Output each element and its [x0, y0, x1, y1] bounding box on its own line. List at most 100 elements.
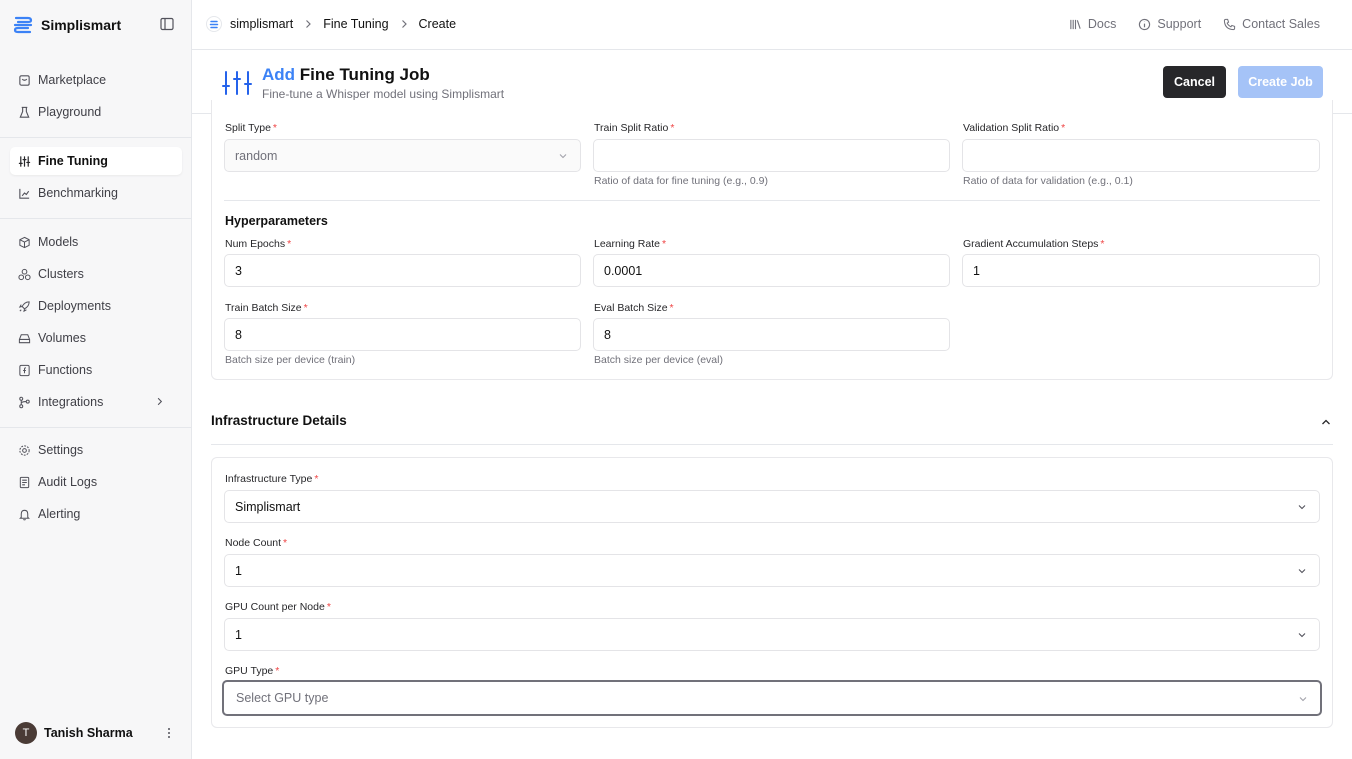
gradient-accumulation-input[interactable]: 1	[962, 254, 1320, 287]
sidebar-item-settings[interactable]: Settings	[10, 436, 182, 464]
breadcrumb-org[interactable]: simplismart	[230, 17, 293, 31]
gpu-count-label: GPU Count per Node *	[225, 601, 331, 613]
sidebar-item-fine-tuning[interactable]: Fine Tuning	[10, 147, 182, 175]
chevron-right-icon	[306, 20, 312, 28]
nav-group-admin: Settings Audit Logs Alerting	[10, 436, 182, 532]
infrastructure-type-label: Infrastructure Type *	[225, 473, 319, 485]
chevron-down-icon	[559, 154, 567, 159]
sidebar: Simplismart Marketplace Playground Fine …	[0, 0, 192, 759]
sidebar-item-label: Settings	[38, 443, 84, 457]
rocket-icon	[18, 300, 30, 312]
chevron-down-icon	[1298, 633, 1306, 638]
flask-icon	[19, 106, 30, 118]
contact-sales-link-label: Contact Sales	[1242, 17, 1320, 31]
simplismart-logo-icon	[13, 16, 33, 34]
chevron-down-icon	[1299, 697, 1307, 702]
gpu-type-select[interactable]: Select GPU type	[222, 680, 1322, 716]
integration-icon	[19, 396, 30, 408]
gradient-accumulation-label: Gradient Accumulation Steps *	[963, 238, 1105, 250]
gpu-type-placeholder: Select GPU type	[236, 691, 329, 705]
eval-batch-size-input[interactable]: 8	[593, 318, 950, 351]
sidebar-item-label: Deployments	[38, 299, 111, 313]
sidebar-item-label: Integrations	[38, 395, 104, 409]
validation-split-ratio-label: Validation Split Ratio *	[963, 122, 1066, 134]
learning-rate-input[interactable]: 0.0001	[593, 254, 950, 287]
sidebar-item-audit-logs[interactable]: Audit Logs	[10, 468, 182, 496]
sidebar-item-volumes[interactable]: Volumes	[10, 324, 182, 352]
phone-icon	[1224, 18, 1236, 30]
sidebar-item-alerting[interactable]: Alerting	[10, 500, 182, 528]
nav-group-train: Fine Tuning Benchmarking	[10, 147, 182, 211]
docs-link[interactable]: Docs	[1069, 17, 1116, 31]
more-vertical-icon[interactable]	[162, 726, 176, 740]
topbar: simplismart Fine Tuning Create Docs Supp…	[192, 0, 1352, 50]
train-batch-size-input[interactable]: 8	[224, 318, 581, 351]
sidebar-item-models[interactable]: Models	[10, 228, 182, 256]
sidebar-item-integrations[interactable]: Integrations	[10, 388, 182, 416]
cancel-button[interactable]: Cancel	[1163, 66, 1226, 98]
page-title-accent: Add	[262, 65, 296, 84]
eval-batch-size-label: Eval Batch Size *	[594, 302, 674, 314]
sidebar-item-label: Marketplace	[38, 73, 107, 87]
contact-sales-link[interactable]: Contact Sales	[1223, 17, 1320, 31]
chevron-down-icon	[1298, 505, 1306, 510]
gpu-count-value: 1	[235, 627, 242, 642]
page-title-rest: Fine Tuning Job	[295, 65, 430, 84]
learning-rate-label: Learning Rate *	[594, 238, 667, 250]
bell-icon	[19, 509, 30, 520]
library-icon	[1070, 19, 1081, 29]
avatar: T	[15, 722, 37, 744]
sidebar-item-label: Functions	[38, 363, 93, 377]
docs-link-label: Docs	[1087, 17, 1117, 31]
brand-name: Simplismart	[41, 17, 122, 33]
cube-icon	[19, 236, 30, 248]
chevron-right-icon	[157, 397, 163, 406]
cluster-icon	[18, 268, 31, 280]
gpu-type-label: GPU Type *	[225, 665, 280, 677]
train-split-ratio-input[interactable]	[593, 139, 950, 172]
create-job-button[interactable]: Create Job	[1238, 66, 1323, 98]
sidebar-divider	[0, 427, 191, 428]
sidebar-divider	[0, 137, 191, 138]
page-title: Add Fine Tuning Job	[262, 65, 430, 85]
chevron-up-icon[interactable]	[1320, 416, 1332, 428]
user-profile[interactable]: T Tanish Sharma	[15, 722, 180, 744]
validation-split-ratio-input[interactable]	[962, 139, 1320, 172]
sidebar-item-benchmarking[interactable]: Benchmarking	[10, 179, 182, 207]
split-type-value: random	[235, 148, 278, 163]
nav-group-infra: Models Clusters Deployments Volumes Func…	[10, 228, 182, 420]
sliders-icon	[18, 155, 31, 167]
sidebar-item-functions[interactable]: Functions	[10, 356, 182, 384]
sidebar-item-deployments[interactable]: Deployments	[10, 292, 182, 320]
sidebar-item-clusters[interactable]: Clusters	[10, 260, 182, 288]
sidebar-divider	[0, 218, 191, 219]
node-count-select[interactable]: 1	[224, 554, 1320, 587]
breadcrumb-fine-tuning[interactable]: Fine Tuning	[323, 17, 388, 31]
sidebar-item-label: Models	[38, 235, 79, 249]
sidebar-item-label: Clusters	[38, 267, 84, 281]
split-type-label: Split Type *	[225, 122, 278, 134]
top-links: Docs Support Contact Sales	[1047, 17, 1320, 31]
nav-group-discover: Marketplace Playground	[10, 66, 182, 130]
infrastructure-type-select[interactable]: Simplismart	[224, 490, 1320, 523]
sidebar-item-label: Audit Logs	[38, 475, 98, 489]
support-link-label: Support	[1157, 17, 1202, 31]
chart-icon	[19, 188, 30, 199]
sidebar-item-label: Volumes	[38, 331, 86, 345]
sidebar-toggle-icon[interactable]	[160, 17, 174, 31]
train-batch-size-label: Train Batch Size *	[225, 302, 308, 314]
breadcrumb-create: Create	[418, 17, 457, 31]
num-epochs-input[interactable]: 3	[224, 254, 581, 287]
gpu-count-select[interactable]: 1	[224, 618, 1320, 651]
sidebar-item-playground[interactable]: Playground	[10, 98, 182, 126]
log-icon	[19, 476, 30, 488]
brand[interactable]: Simplismart	[12, 14, 121, 36]
section-divider	[224, 200, 1320, 201]
support-link[interactable]: Support	[1138, 17, 1201, 31]
split-type-select[interactable]: random	[224, 139, 581, 172]
drive-icon	[18, 333, 31, 343]
sidebar-item-label: Fine Tuning	[38, 154, 108, 168]
validation-split-ratio-hint: Ratio of data for validation (e.g., 0.1)	[963, 175, 1133, 187]
node-count-value: 1	[235, 563, 242, 578]
sidebar-item-marketplace[interactable]: Marketplace	[10, 66, 182, 94]
